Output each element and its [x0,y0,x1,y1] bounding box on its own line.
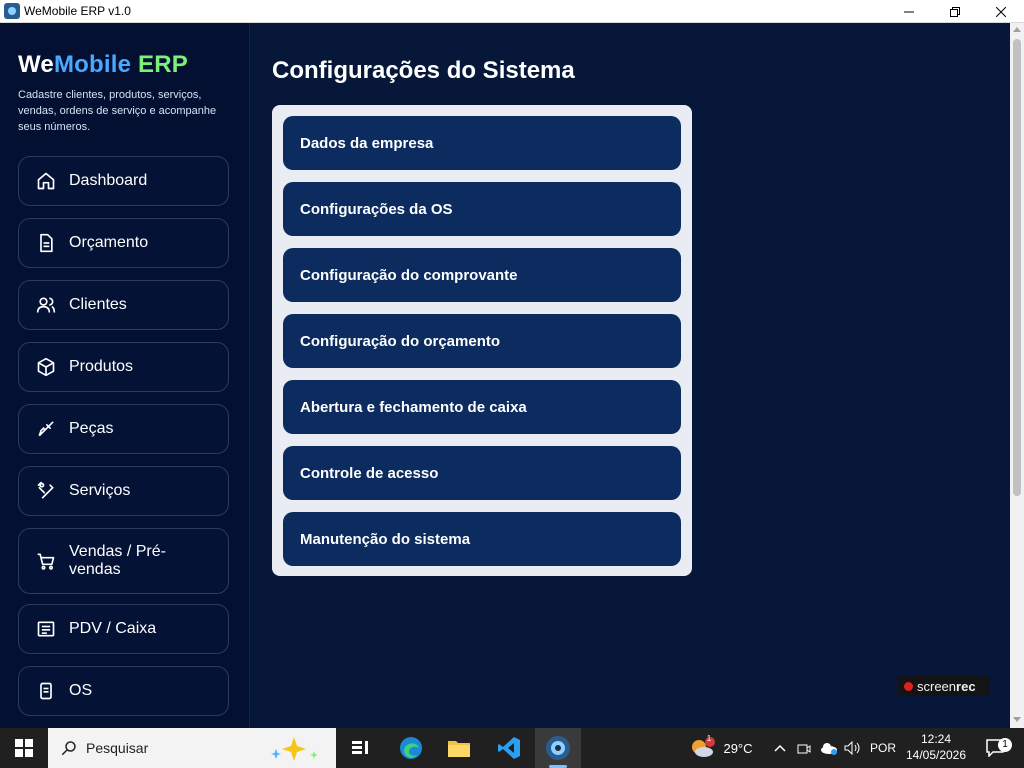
scrollbar-thumb[interactable] [1013,39,1021,496]
copilot-sparkle-icon [264,735,326,766]
sidebar: WeMobile ERP Cadastre clientes, produtos… [0,23,250,728]
restore-button[interactable] [932,0,978,23]
search-placeholder: Pesquisar [86,740,149,756]
clock-time: 12:24 [920,732,952,746]
option-configuracoes-os-button[interactable]: Configurações da OS [283,182,681,236]
screenrec-watermark: screenrec [898,676,990,696]
sidebar-item-label: Peças [69,420,114,437]
edge-taskbar-button[interactable] [388,728,434,768]
brush-icon [35,418,57,440]
sidebar-item-label: Produtos [69,358,134,375]
clock-date: 14/05/2026 [905,748,967,762]
taskbar-search-box[interactable]: Pesquisar [48,728,336,768]
close-button[interactable] [978,0,1024,23]
minimize-button[interactable] [886,0,932,23]
sidebar-item-label: Dashboard [69,172,148,189]
sidebar-item-dashboard[interactable]: Dashboard [18,156,229,206]
windows-logo-icon [15,739,33,757]
option-comprovante-button[interactable]: Configuração do comprovante [283,248,681,302]
onedrive-icon[interactable] [818,728,840,768]
sidebar-item-label: Clientes [69,296,127,313]
option-orcamento-button[interactable]: Configuração do orçamento [283,314,681,368]
language-indicator[interactable]: POR [866,728,900,768]
document-icon [35,232,57,254]
brand-tagline: Cadastre clientes, produtos, serviços, v… [18,89,217,133]
volume-icon[interactable] [842,728,864,768]
sidebar-item-orcamento[interactable]: Orçamento [18,218,229,268]
option-caixa-button[interactable]: Abertura e fechamento de caixa [283,380,681,434]
restore-icon [950,6,960,17]
folder-icon [448,741,470,757]
sidebar-item-clientes[interactable]: Clientes [18,280,229,330]
chevron-up-icon[interactable] [770,728,790,768]
sidebar-item-vendas[interactable]: Vendas / Pré-vendas [18,528,229,594]
vscode-taskbar-button[interactable] [486,728,532,768]
task-view-button[interactable] [337,728,383,768]
vertical-scrollbar[interactable] [1010,23,1024,728]
minimize-icon [904,11,914,12]
sidebar-item-os[interactable]: OS [18,666,229,716]
sidebar-item-pecas[interactable]: Peças [18,404,229,454]
register-icon [35,618,57,640]
clipboard-icon [35,680,57,702]
settings-panel: Dados da empresa Configurações da OS Con… [272,105,692,576]
scroll-down-arrow-icon[interactable] [1013,717,1021,722]
page-title: Configurações do Sistema [272,57,575,84]
wemobile-taskbar-button[interactable] [535,728,581,768]
start-button[interactable] [0,728,48,768]
taskbar: Pesquisar 1 29°C POR 12:24 14/05/2026 1 [0,728,1024,768]
scroll-up-arrow-icon[interactable] [1013,27,1021,32]
weather-badge: 1 [706,734,712,743]
window-titlebar: WeMobile ERP v1.0 [0,0,1024,23]
sidebar-item-pdv-caixa[interactable]: PDV / Caixa [18,604,229,654]
task-view-icon [352,741,368,754]
search-icon [61,741,76,756]
close-icon [996,6,1006,17]
sidebar-item-label: Vendas / Pré-vendas [69,543,166,578]
sidebar-item-label: Orçamento [69,234,149,251]
option-manutencao-button[interactable]: Manutenção do sistema [283,512,681,566]
sidebar-item-label: PDV / Caixa [69,620,157,637]
sidebar-item-produtos[interactable]: Produtos [18,342,229,392]
sidebar-item-label: Serviços [69,482,131,499]
meet-now-icon[interactable] [794,728,814,768]
file-explorer-taskbar-button[interactable] [436,728,482,768]
app-logo-icon [4,3,20,19]
edge-browser-icon [400,737,422,759]
users-icon [35,294,57,316]
notification-badge: 1 [998,738,1012,752]
weather-widget-icon[interactable]: 1 [686,728,718,768]
option-controle-acesso-button[interactable]: Controle de acesso [283,446,681,500]
taskbar-clock[interactable]: 12:24 14/05/2026 [900,731,972,763]
main-content: Configurações do Sistema Dados da empres… [250,23,1010,728]
record-dot-icon [904,681,913,691]
window-title: WeMobile ERP v1.0 [24,4,131,18]
sidebar-item-label: OS [69,682,93,699]
brand-logo: WeMobile ERP [18,51,188,78]
vscode-icon [498,737,520,759]
option-dados-empresa-button[interactable]: Dados da empresa [283,116,681,170]
wemobile-app-icon [546,736,570,760]
weather-temperature[interactable]: 29°C [720,728,756,768]
box-icon [35,356,57,378]
tools-icon [35,480,57,502]
home-icon [35,170,57,192]
notification-center-button[interactable]: 1 [978,728,1014,768]
cart-icon [35,550,57,572]
sidebar-item-servicos[interactable]: Serviços [18,466,229,516]
